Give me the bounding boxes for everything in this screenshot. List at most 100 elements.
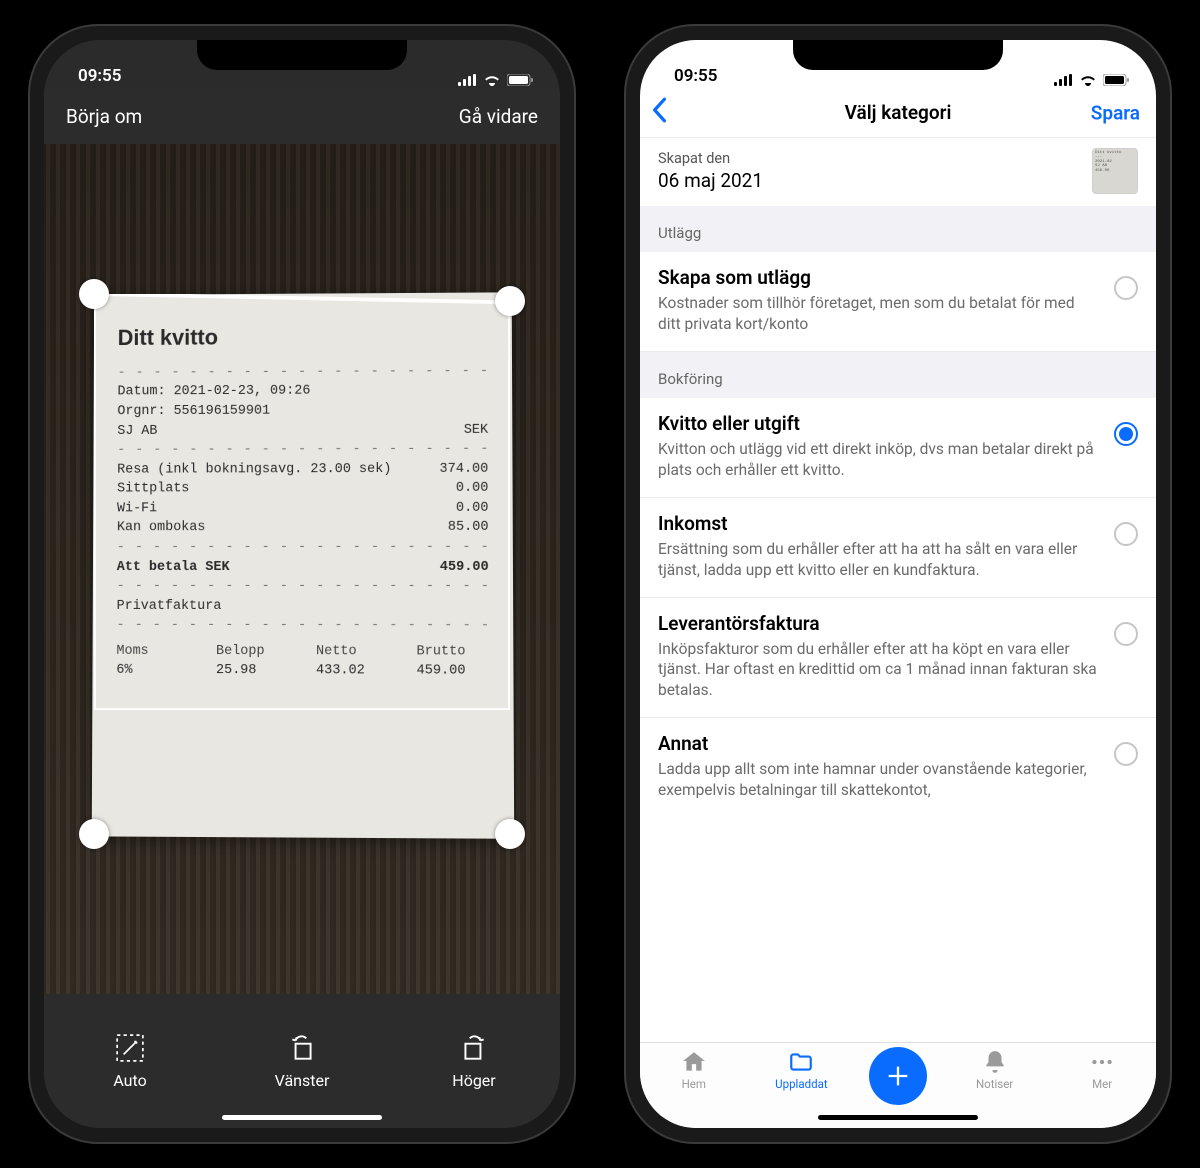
receipt-item-value: 0.00 bbox=[456, 499, 489, 519]
receipt-company: SJ AB bbox=[117, 422, 157, 442]
status-icons bbox=[458, 74, 534, 86]
magic-wand-icon bbox=[115, 1033, 145, 1063]
receipt-date: Datum: 2021-02-23, 09:26 bbox=[117, 381, 488, 402]
receipt-total-value: 459.00 bbox=[440, 557, 489, 577]
signal-icon bbox=[458, 74, 477, 86]
receipt: Ditt kvitto - - - - - - - - - - - - - - … bbox=[92, 292, 514, 838]
restart-button[interactable]: Börja om bbox=[66, 105, 142, 128]
tool-label: Höger bbox=[452, 1071, 495, 1090]
home-indicator[interactable] bbox=[222, 1115, 382, 1120]
home-indicator[interactable] bbox=[818, 1115, 978, 1120]
status-time: 09:55 bbox=[78, 66, 121, 86]
save-button[interactable]: Spara bbox=[1091, 101, 1140, 124]
receipt-item-label: Resa (inkl bokningsavg. 23.00 sek) bbox=[117, 460, 391, 480]
bell-icon bbox=[982, 1049, 1008, 1075]
radio-button[interactable] bbox=[1114, 742, 1138, 766]
notch bbox=[197, 40, 407, 70]
radio-button[interactable] bbox=[1114, 422, 1138, 446]
receipt-separator: - - - - - - - - - - - - - - - - - - - - … bbox=[116, 616, 489, 636]
page-title: Välj kategori bbox=[845, 101, 952, 124]
receipt-private: Privatfaktura bbox=[117, 597, 489, 617]
scanner-nav: Börja om Gå vidare bbox=[44, 88, 560, 144]
created-row: Skapat den 06 maj 2021 Ditt kvitto---202… bbox=[640, 138, 1156, 206]
col-moms: Moms bbox=[116, 642, 188, 662]
receipt-org: Orgnr: 556196159901 bbox=[117, 401, 488, 422]
option-annat[interactable]: Annat Ladda upp allt som inte hamnar und… bbox=[640, 718, 1156, 817]
tool-label: Auto bbox=[113, 1071, 146, 1090]
tab-label: Mer bbox=[1092, 1077, 1112, 1091]
option-inkomst[interactable]: Inkomst Ersättning som du erhåller efter… bbox=[640, 498, 1156, 598]
col-belopp: Belopp bbox=[216, 642, 288, 662]
scanner-screen: 09:55 Börja om Gå vidare Ditt kvitto - -… bbox=[44, 40, 560, 1128]
home-icon bbox=[681, 1049, 707, 1075]
tab-label: Hem bbox=[682, 1077, 706, 1091]
tab-uploaded[interactable]: Uppladdat bbox=[761, 1049, 841, 1091]
status-icons bbox=[1054, 74, 1130, 86]
option-desc: Kostnader som tillhör företaget, men som… bbox=[658, 293, 1100, 335]
option-title: Annat bbox=[658, 732, 1100, 755]
tab-more[interactable]: Mer bbox=[1062, 1049, 1142, 1091]
receipt-separator: - - - - - - - - - - - - - - - - - - - - … bbox=[118, 362, 488, 383]
created-label: Skapat den bbox=[658, 150, 763, 167]
col-netto-v: 433.02 bbox=[316, 662, 388, 682]
created-date: 06 maj 2021 bbox=[658, 169, 763, 192]
receipt-separator: - - - - - - - - - - - - - - - - - - - - … bbox=[117, 538, 489, 558]
col-netto: Netto bbox=[316, 642, 388, 662]
phone-frame-right: 09:55 Välj kategori Spara Skapat den 06 … bbox=[624, 24, 1172, 1144]
crop-handle-tl[interactable] bbox=[79, 279, 109, 309]
option-skapa-utlagg[interactable]: Skapa som utlägg Kostnader som tillhör f… bbox=[640, 252, 1156, 352]
battery-icon bbox=[507, 74, 534, 86]
rotate-right-icon bbox=[459, 1033, 489, 1063]
receipt-item-value: 85.00 bbox=[448, 518, 489, 538]
battery-icon bbox=[1103, 74, 1130, 86]
continue-button[interactable]: Gå vidare bbox=[459, 105, 538, 128]
wifi-icon bbox=[483, 74, 501, 86]
crop-handle-bl[interactable] bbox=[79, 819, 109, 849]
option-title: Leverantörsfaktura bbox=[658, 612, 1100, 635]
rotate-right-button[interactable]: Höger bbox=[414, 1033, 534, 1090]
receipt-item-value: 374.00 bbox=[439, 459, 488, 479]
col-moms-v: 6% bbox=[116, 661, 188, 681]
tab-home[interactable]: Hem bbox=[654, 1049, 734, 1091]
crop-handle-br[interactable] bbox=[495, 819, 525, 849]
col-brutto-v: 459.00 bbox=[417, 662, 490, 682]
crop-handle-tr[interactable] bbox=[495, 286, 525, 316]
add-button[interactable] bbox=[869, 1047, 927, 1105]
auto-crop-button[interactable]: Auto bbox=[70, 1033, 190, 1090]
receipt-item-label: Kan ombokas bbox=[117, 519, 206, 539]
crop-box[interactable]: Ditt kvitto - - - - - - - - - - - - - - … bbox=[94, 294, 510, 834]
phone-frame-left: 09:55 Börja om Gå vidare Ditt kvitto - -… bbox=[28, 24, 576, 1144]
rotate-left-icon bbox=[287, 1033, 317, 1063]
receipt-thumbnail[interactable]: Ditt kvitto---2021-02SJ AB459.00 bbox=[1092, 148, 1138, 194]
col-brutto: Brutto bbox=[416, 642, 489, 662]
section-header-utlagg: Utlägg bbox=[640, 206, 1156, 252]
option-desc: Inköpsfakturor som du erhåller efter att… bbox=[658, 639, 1100, 702]
camera-view[interactable]: Ditt kvitto - - - - - - - - - - - - - - … bbox=[44, 144, 560, 994]
scanner-tools: Auto Vänster Höger bbox=[44, 994, 560, 1128]
rotate-left-button[interactable]: Vänster bbox=[242, 1033, 362, 1090]
back-button[interactable] bbox=[650, 97, 668, 129]
radio-button[interactable] bbox=[1114, 522, 1138, 546]
folder-icon bbox=[788, 1049, 814, 1075]
section-header-bokforing: Bokföring bbox=[640, 352, 1156, 398]
option-title: Kvitto eller utgift bbox=[658, 412, 1100, 435]
radio-button[interactable] bbox=[1114, 622, 1138, 646]
category-screen: 09:55 Välj kategori Spara Skapat den 06 … bbox=[640, 40, 1156, 1128]
notch bbox=[793, 40, 1003, 70]
col-belopp-v: 25.98 bbox=[216, 661, 288, 681]
signal-icon bbox=[1054, 74, 1073, 86]
category-body[interactable]: Skapat den 06 maj 2021 Ditt kvitto---202… bbox=[640, 138, 1156, 1042]
option-title: Skapa som utlägg bbox=[658, 266, 1100, 289]
tab-notifications[interactable]: Notiser bbox=[955, 1049, 1035, 1091]
wifi-icon bbox=[1079, 74, 1097, 86]
option-desc: Ersättning som du erhåller efter att ha … bbox=[658, 539, 1100, 581]
radio-button[interactable] bbox=[1114, 276, 1138, 300]
option-kvitto[interactable]: Kvitto eller utgift Kvitton och utlägg v… bbox=[640, 398, 1156, 498]
receipt-currency: SEK bbox=[464, 420, 488, 440]
receipt-item-value: 0.00 bbox=[456, 479, 489, 499]
option-leverantorsfaktura[interactable]: Leverantörsfaktura Inköpsfakturor som du… bbox=[640, 598, 1156, 719]
option-title: Inkomst bbox=[658, 512, 1100, 535]
receipt-separator: - - - - - - - - - - - - - - - - - - - - … bbox=[117, 440, 488, 460]
receipt-item-label: Wi-Fi bbox=[117, 499, 157, 519]
receipt-separator: - - - - - - - - - - - - - - - - - - - - … bbox=[117, 577, 489, 597]
